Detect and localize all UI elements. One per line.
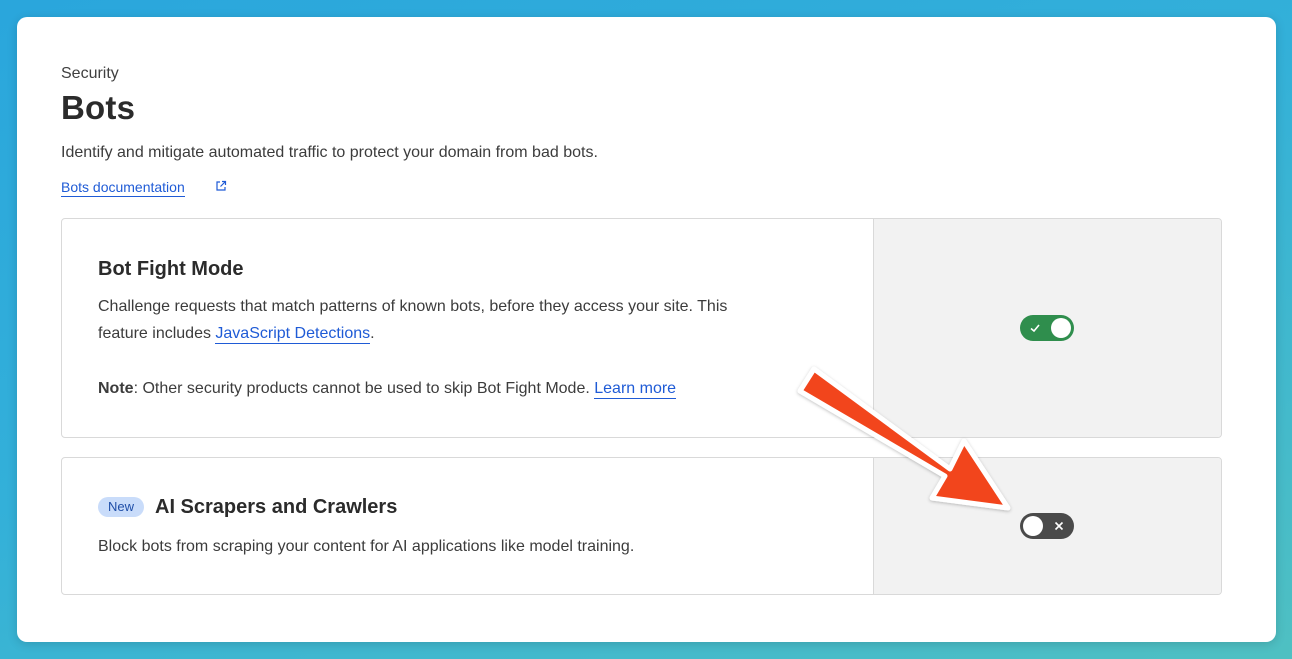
- bots-documentation-link[interactable]: Bots documentation: [61, 179, 185, 197]
- description-prefix: feature includes: [98, 325, 216, 342]
- external-link-icon: [216, 180, 227, 191]
- description-line1: Challenge requests that match patterns o…: [98, 298, 728, 315]
- check-icon: [1030, 324, 1040, 333]
- new-badge: New: [98, 497, 144, 517]
- page-description: Identify and mitigate automated traffic …: [61, 144, 598, 161]
- javascript-detections-link[interactable]: JavaScript Detections: [215, 325, 371, 344]
- bot-fight-mode-toggle-area: [873, 219, 1221, 437]
- toggle-knob: [1023, 516, 1043, 536]
- x-icon: [1054, 521, 1064, 531]
- note-text: : Other security products cannot be used…: [133, 380, 595, 397]
- ai-scrapers-title: AI Scrapers and Crawlers: [155, 496, 398, 518]
- bot-fight-mode-title: Bot Fight Mode: [98, 258, 244, 280]
- ai-scrapers-toggle-area: [873, 458, 1221, 594]
- bot-fight-mode-note: Note: Other security products cannot be …: [98, 375, 858, 402]
- note-label: Note: [98, 380, 134, 397]
- bot-fight-mode-toggle[interactable]: [1020, 315, 1074, 341]
- breadcrumb[interactable]: Security: [61, 65, 119, 83]
- bot-fight-mode-description: Challenge requests that match patterns o…: [98, 293, 858, 347]
- ai-scrapers-description: Block bots from scraping your content fo…: [98, 538, 635, 555]
- ai-scrapers-toggle[interactable]: [1020, 513, 1074, 539]
- settings-panel: Security Bots Identify and mitigate auto…: [17, 17, 1276, 642]
- page-title: Bots: [61, 89, 136, 126]
- ai-scrapers-card: New AI Scrapers and Crawlers Block bots …: [61, 457, 1222, 595]
- description-suffix: .: [370, 325, 375, 342]
- toggle-knob: [1051, 318, 1071, 338]
- learn-more-link[interactable]: Learn more: [594, 380, 677, 399]
- bot-fight-mode-card: Bot Fight Mode Challenge requests that m…: [61, 218, 1222, 438]
